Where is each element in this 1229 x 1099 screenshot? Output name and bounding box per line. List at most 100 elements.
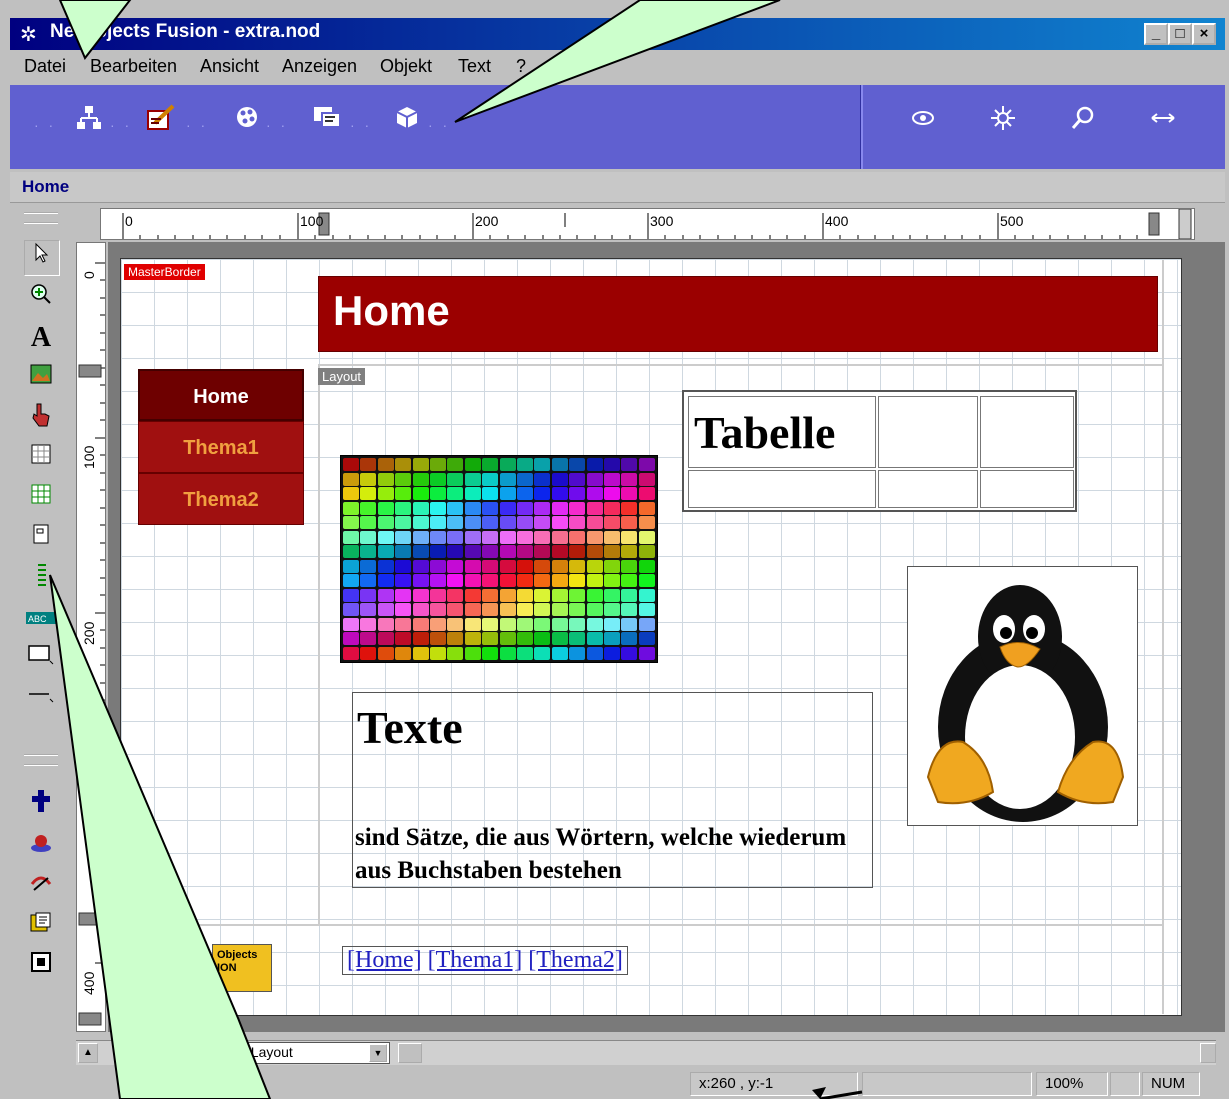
color-swatch	[604, 501, 620, 515]
color-swatch	[482, 632, 499, 645]
preview-icon[interactable]	[906, 103, 940, 137]
component-tool-icon[interactable]	[24, 910, 58, 944]
breadcrumb-home[interactable]: Home	[22, 177, 69, 197]
status-empty-2	[1110, 1072, 1140, 1096]
page-view-icon[interactable]	[144, 103, 178, 137]
palette-grip[interactable]	[24, 212, 58, 224]
color-swatch	[377, 603, 394, 616]
color-swatch	[343, 458, 359, 471]
color-swatch	[586, 617, 603, 631]
color-swatch	[604, 617, 620, 631]
color-swatch	[586, 545, 603, 558]
palette-grip-2[interactable]	[24, 754, 58, 766]
color-swatch	[638, 632, 655, 645]
nav-button-home[interactable]: Home	[138, 369, 304, 421]
menu-help[interactable]: ?	[516, 56, 526, 77]
color-swatch	[517, 472, 533, 486]
penguin-image[interactable]	[907, 566, 1138, 826]
select-tool-icon[interactable]	[24, 240, 60, 276]
java-tool-icon[interactable]	[24, 870, 58, 904]
color-swatch	[447, 501, 464, 515]
vruler-label-200: 200	[81, 621, 97, 645]
settings-icon[interactable]	[986, 103, 1020, 137]
navigate-icon[interactable]	[1146, 103, 1180, 137]
footer-link-thema1[interactable]: [Thema1]	[428, 947, 523, 973]
scroll-up-arrow-icon[interactable]: ▲	[78, 1043, 98, 1063]
plugin-tool-icon[interactable]	[24, 788, 58, 822]
close-button[interactable]: ×	[1192, 23, 1216, 45]
menu-objekt[interactable]: Objekt	[380, 56, 432, 77]
zoom-icon[interactable]	[1066, 103, 1100, 137]
frame-tool-icon[interactable]	[24, 950, 58, 984]
list-tool-icon[interactable]	[24, 562, 58, 596]
color-swatch	[621, 530, 638, 544]
color-swatch	[430, 617, 446, 631]
masterborder-label[interactable]: MasterBorder	[124, 264, 205, 280]
layout-region-tool-icon[interactable]	[24, 442, 58, 476]
color-swatch	[638, 530, 655, 544]
nav-button-thema1[interactable]: Thema1	[138, 421, 304, 473]
color-swatch	[621, 603, 638, 616]
color-swatch	[621, 458, 638, 471]
color-swatch	[430, 574, 446, 587]
image-tool-icon[interactable]	[24, 362, 58, 396]
nav-button-thema2[interactable]: Thema2	[138, 473, 304, 525]
netobjects-logo[interactable]: Objects ION	[212, 944, 272, 992]
site-view-icon[interactable]	[72, 103, 106, 137]
text-tool-icon[interactable]: A	[24, 322, 58, 356]
media-tool-icon[interactable]	[24, 830, 58, 864]
form-tool-icon[interactable]	[24, 522, 58, 556]
table-cell[interactable]	[980, 396, 1074, 468]
table-tool-icon[interactable]	[24, 482, 58, 516]
maximize-button[interactable]: □	[1168, 23, 1192, 45]
table-cell[interactable]	[980, 470, 1074, 508]
footer-link-thema2[interactable]: [Thema2]	[528, 947, 623, 973]
color-swatch	[517, 530, 533, 544]
assets-view-icon[interactable]	[310, 103, 344, 137]
color-swatch	[604, 516, 620, 529]
menu-text[interactable]: Text	[458, 56, 491, 77]
color-swatch	[621, 501, 638, 515]
layout-label[interactable]: Layout	[318, 368, 366, 385]
text-box[interactable]: Texte sind Sätze, die aus Wörtern, welch…	[352, 692, 873, 888]
page-banner[interactable]: Home	[318, 276, 1158, 352]
color-swatch	[569, 617, 586, 631]
scroll-thumb[interactable]	[398, 1043, 422, 1063]
banner-tool-icon[interactable]: ABC	[24, 602, 58, 636]
zoom-tool-icon[interactable]	[24, 282, 58, 316]
color-swatch	[499, 574, 516, 587]
footer-text-nav[interactable]: [Home] [Thema1] [Thema2]	[342, 946, 628, 975]
color-swatch	[360, 458, 377, 471]
table-object[interactable]: Tabelle	[682, 390, 1077, 512]
status-bar: x:260 , y:-1 100% NUM	[10, 1068, 1225, 1099]
color-swatch	[377, 487, 394, 500]
color-palette-image[interactable]	[340, 455, 658, 663]
table-cell[interactable]	[878, 470, 978, 508]
color-swatch	[395, 588, 412, 602]
scroll-right-button[interactable]	[1200, 1043, 1216, 1063]
color-swatch	[499, 545, 516, 558]
ruler-label-400: 400	[825, 213, 849, 229]
chevron-down-icon[interactable]: ▼	[369, 1044, 387, 1062]
menu-ansicht[interactable]: Ansicht	[200, 56, 259, 77]
line-tool-icon[interactable]	[24, 682, 58, 716]
table-cell[interactable]	[878, 396, 978, 468]
publish-view-icon[interactable]	[390, 103, 424, 137]
color-swatch	[517, 545, 533, 558]
color-swatch	[464, 603, 481, 616]
menu-datei[interactable]: Datei	[24, 56, 66, 77]
minimize-button[interactable]: _	[1144, 23, 1168, 45]
color-swatch	[395, 472, 412, 486]
hotspot-tool-icon[interactable]	[24, 402, 58, 436]
menu-bearbeiten[interactable]: Bearbeiten	[90, 56, 177, 77]
color-swatch	[430, 501, 446, 515]
style-view-icon[interactable]	[230, 103, 264, 137]
rectangle-tool-icon[interactable]	[24, 642, 58, 676]
footer-link-home[interactable]: [Home]	[347, 947, 422, 973]
tool-palette: A ABC	[20, 210, 70, 1010]
menu-anzeigen[interactable]: Anzeigen	[282, 56, 357, 77]
color-swatch	[517, 617, 533, 631]
layout-select[interactable]: eLayout ▼	[240, 1042, 390, 1064]
table-cell[interactable]	[688, 470, 876, 508]
color-swatch	[534, 617, 551, 631]
